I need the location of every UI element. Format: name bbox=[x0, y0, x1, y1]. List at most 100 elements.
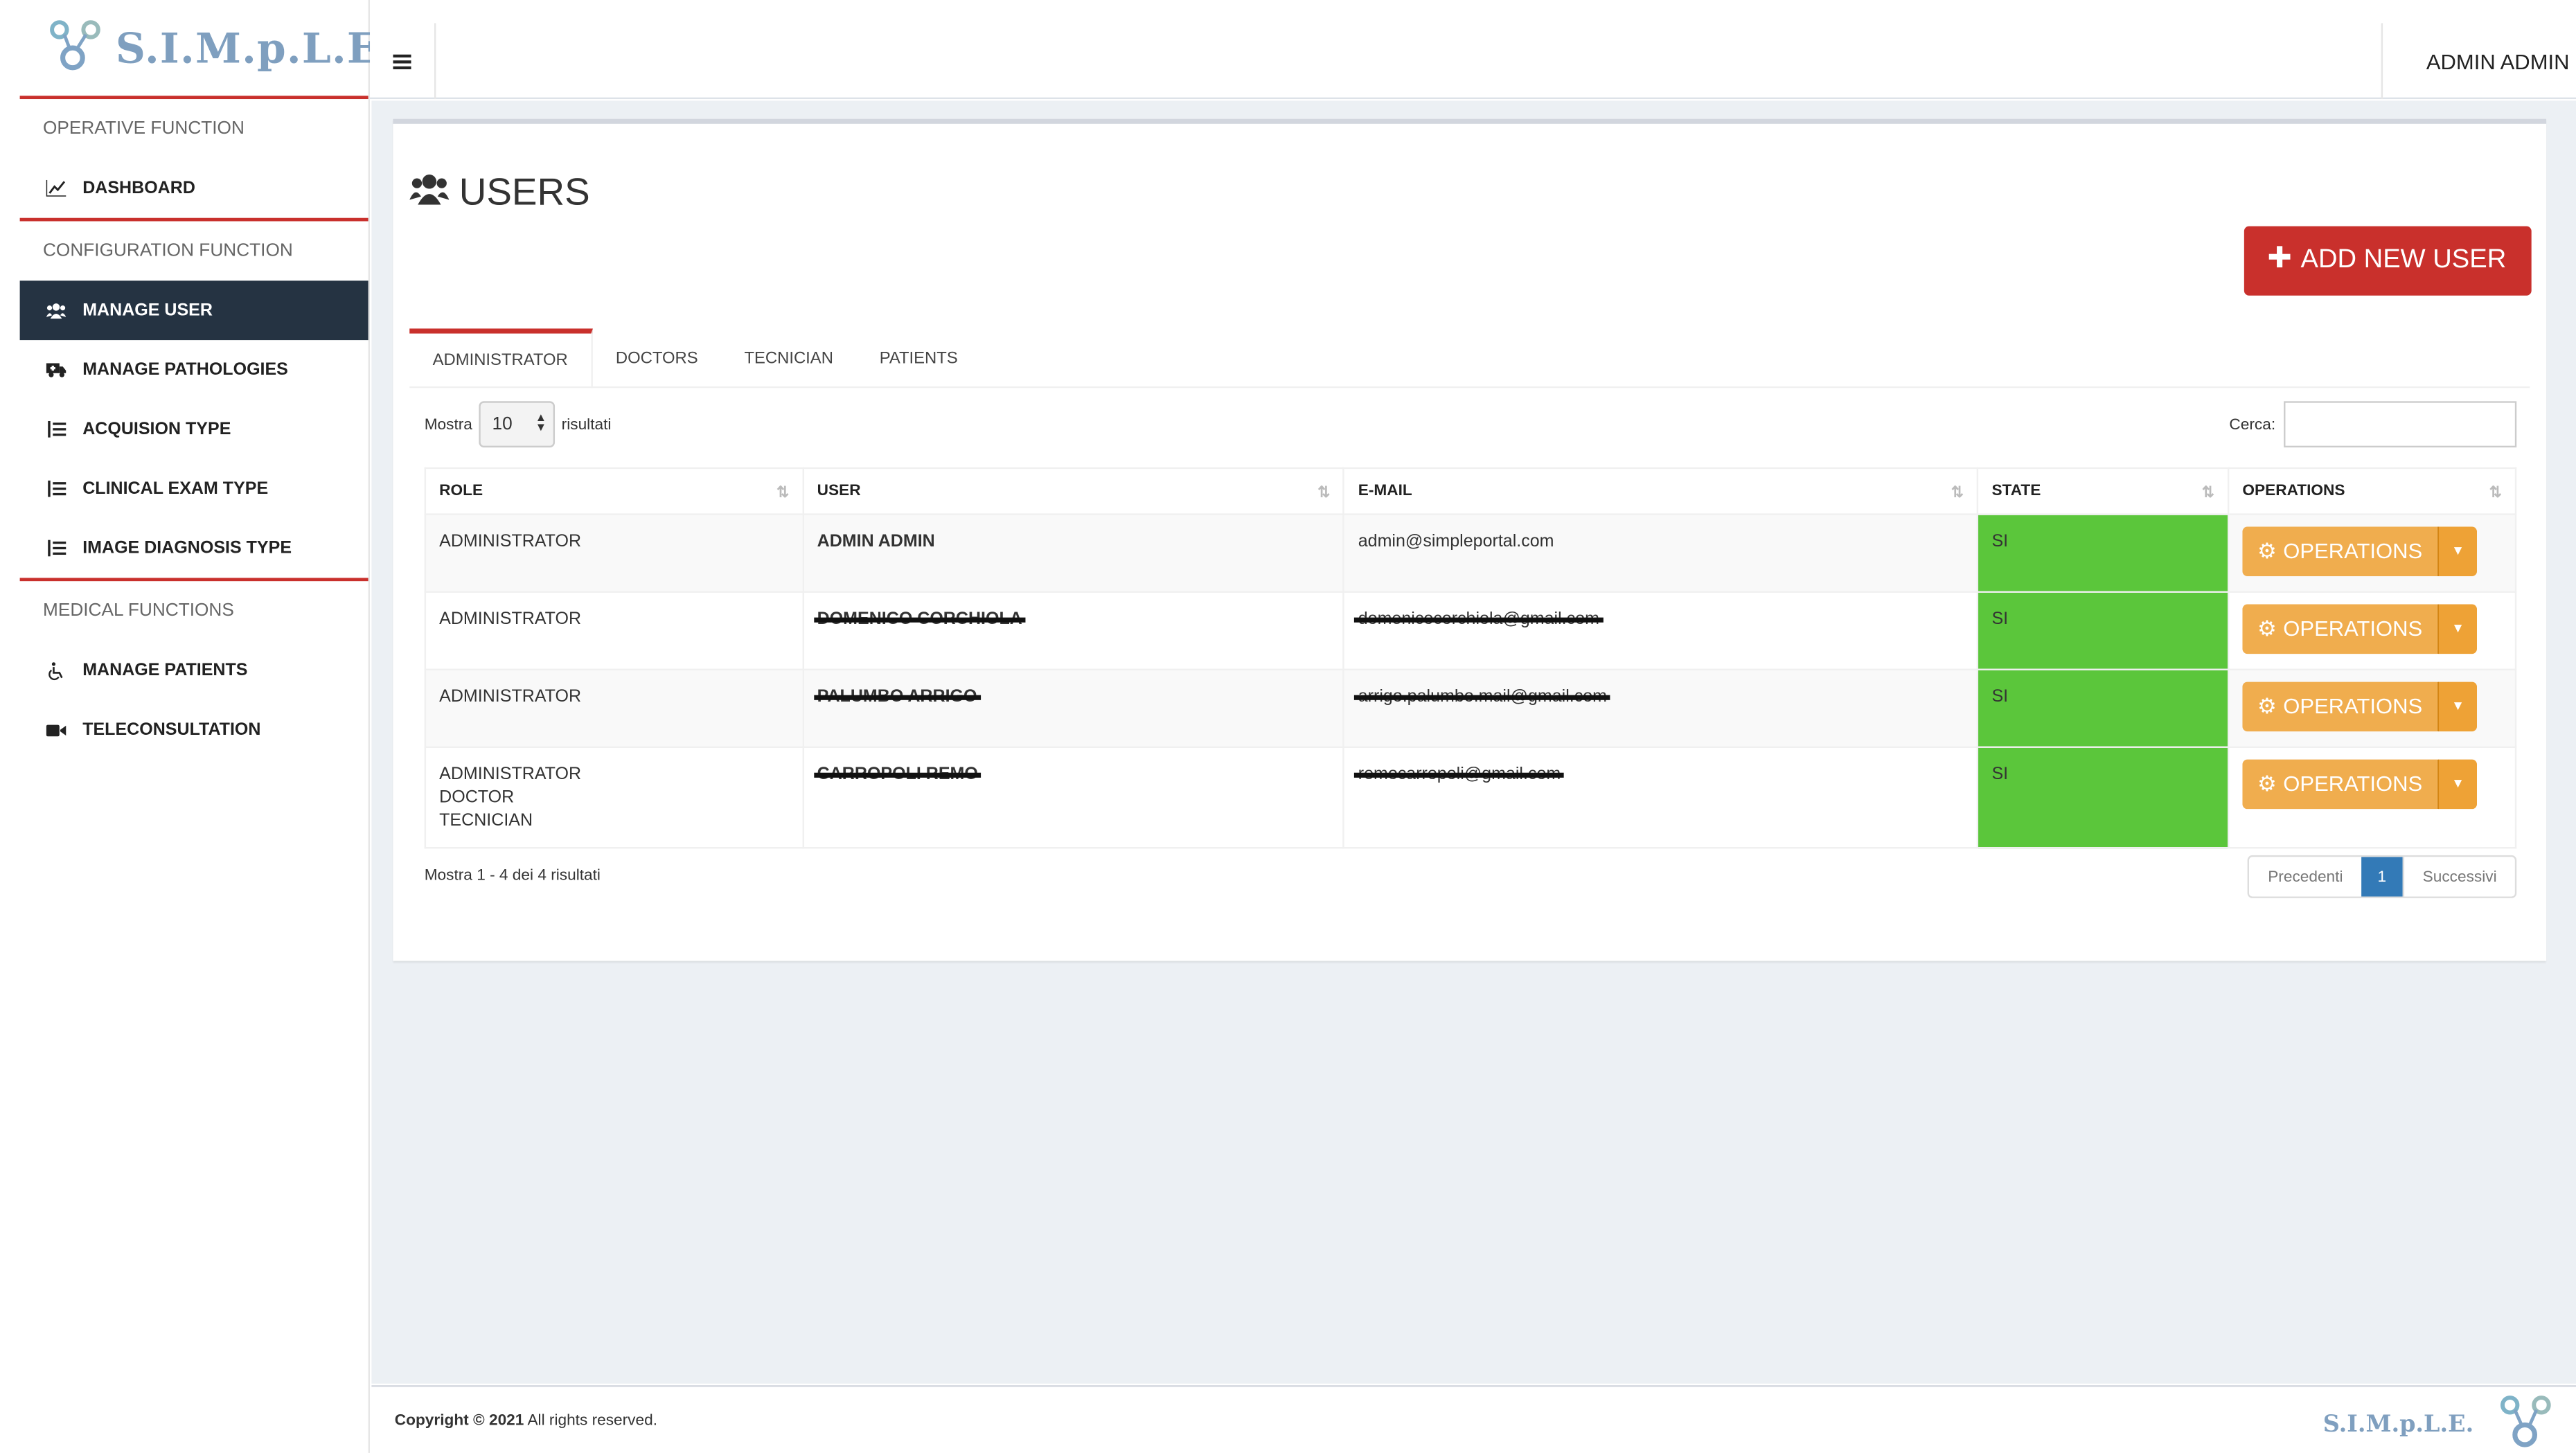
sidebar-item-label: ACQUISION TYPE bbox=[82, 419, 231, 440]
pagination-page-1[interactable]: 1 bbox=[2361, 857, 2404, 897]
users-panel: USERS ADD NEW USER ADMINISTRATOR DOCTORS… bbox=[393, 118, 2547, 961]
list-icon bbox=[46, 479, 66, 499]
brand-name: S.I.M.p.L.E. bbox=[115, 24, 395, 72]
pagination: Precedenti 1 Successivi bbox=[2248, 855, 2517, 898]
redacted-user: DOMENICO CORCHIOLA bbox=[813, 607, 1027, 630]
sidebar-item-image-diagnosis-type[interactable]: IMAGE DIAGNOSIS TYPE bbox=[20, 519, 368, 578]
sort-icon: ⇅ bbox=[2489, 483, 2502, 501]
search-label: Cerca: bbox=[2229, 415, 2276, 434]
length-prefix: Mostra bbox=[424, 415, 472, 434]
gear-icon: ⚙ bbox=[2257, 693, 2277, 719]
sidebar-item-label: MANAGE PATHOLOGIES bbox=[82, 359, 288, 380]
page-length-select[interactable]: 10 ▲ ▼ bbox=[479, 401, 556, 448]
column-header-operations[interactable]: OPERATIONS ⇅ bbox=[2227, 467, 2517, 515]
operations-button[interactable]: ⚙ OPERATIONS bbox=[2242, 681, 2437, 732]
cell-state: SI bbox=[1976, 668, 2230, 748]
list-icon bbox=[46, 420, 66, 440]
role-tabs: ADMINISTRATOR DOCTORS TECNICIAN PATIENTS bbox=[409, 328, 2530, 389]
operations-button[interactable]: ⚙ OPERATIONS bbox=[2242, 526, 2437, 577]
chevron-down-icon[interactable]: ▼ bbox=[2437, 526, 2477, 577]
length-suffix: risultati bbox=[561, 415, 612, 434]
tab-doctors[interactable]: DOCTORS bbox=[593, 328, 722, 388]
redacted-user: CARROPOLI REMO bbox=[813, 763, 982, 785]
operations-button[interactable]: ⚙ OPERATIONS bbox=[2242, 759, 2437, 810]
operations-dropdown: ⚙ OPERATIONS ▼ bbox=[2242, 759, 2477, 810]
wheelchair-icon bbox=[46, 661, 66, 681]
page-title-text: USERS bbox=[459, 170, 590, 213]
cell-user: PALUMBO ARRIGO bbox=[802, 668, 1345, 748]
sidebar-item-label: TELECONSULTATION bbox=[82, 720, 261, 740]
cell-role: ADMINISTRATOR bbox=[424, 513, 804, 593]
cell-email: domenicocorchiola@gmail.com bbox=[1343, 591, 1979, 670]
sort-icon: ⇅ bbox=[1951, 483, 1964, 501]
sidebar-item-manage-pathologies[interactable]: MANAGE PATHOLOGIES bbox=[20, 340, 368, 400]
sidebar-item-teleconsultation[interactable]: TELECONSULTATION bbox=[20, 700, 368, 760]
sidebar-item-label: CLINICAL EXAM TYPE bbox=[82, 479, 269, 499]
cell-email: admin@simpleportal.com bbox=[1343, 513, 1979, 593]
plus-icon bbox=[2269, 246, 2291, 276]
sidebar: S.I.M.p.L.E. OPERATIVE FUNCTION DASHBOAR… bbox=[19, 0, 393, 1453]
users-table: ROLE ⇅ USER ⇅ E-MAIL ⇅ STATE ⇅ OPERATIONS ⇅ A… bbox=[424, 467, 2517, 849]
tab-tecnician[interactable]: TECNICIAN bbox=[721, 328, 856, 388]
sidebar-item-manage-patients[interactable]: MANAGE PATIENTS bbox=[20, 641, 368, 700]
add-new-user-label: ADD NEW USER bbox=[2300, 246, 2507, 274]
cell-email: arrigo.palumbo.mail@gmail.com bbox=[1343, 668, 1979, 748]
cell-operations: ⚙ OPERATIONS ▼ bbox=[2227, 746, 2517, 849]
redacted-email: arrigo.palumbo.mail@gmail.com bbox=[1354, 685, 1610, 708]
redacted-user: PALUMBO ARRIGO bbox=[813, 685, 980, 708]
hamburger-menu-icon[interactable] bbox=[370, 23, 436, 100]
add-new-user-button[interactable]: ADD NEW USER bbox=[2244, 226, 2532, 296]
cell-user: CARROPOLI REMO bbox=[802, 746, 1345, 849]
operations-button[interactable]: ⚙ OPERATIONS bbox=[2242, 604, 2437, 654]
ambulance-icon bbox=[46, 360, 66, 380]
table-info: Mostra 1 - 4 dei 4 risultati bbox=[424, 866, 601, 885]
operations-dropdown: ⚙ OPERATIONS ▼ bbox=[2242, 681, 2477, 732]
table-row: ADMINISTRATOR DOMENICO CORCHIOLA domenic… bbox=[424, 591, 2517, 670]
chevron-down-icon[interactable]: ▼ bbox=[2437, 681, 2477, 732]
chevron-down-icon[interactable]: ▼ bbox=[2437, 604, 2477, 654]
cell-operations: ⚙ OPERATIONS ▼ bbox=[2227, 668, 2517, 748]
copyright: Copyright © 2021 All rights reserved. bbox=[394, 1411, 658, 1430]
column-header-user[interactable]: USER ⇅ bbox=[802, 467, 1345, 515]
operations-dropdown: ⚙ OPERATIONS ▼ bbox=[2242, 526, 2477, 577]
cell-state: SI bbox=[1976, 591, 2230, 670]
page-length-value: 10 bbox=[492, 414, 513, 434]
table-row: ADMINISTRATOR ADMIN ADMIN admin@simplepo… bbox=[424, 513, 2517, 593]
sort-icon: ⇅ bbox=[2201, 483, 2214, 501]
select-arrows-icon: ▲ ▼ bbox=[535, 413, 547, 434]
footer-logo: S.I.M.p.L.E. bbox=[2323, 1390, 2557, 1453]
sort-icon: ⇅ bbox=[1317, 483, 1331, 501]
gear-icon: ⚙ bbox=[2257, 538, 2277, 563]
users-icon bbox=[409, 170, 450, 215]
section-title-medical: MEDICAL FUNCTIONS bbox=[42, 600, 234, 621]
gear-icon: ⚙ bbox=[2257, 616, 2277, 641]
sidebar-item-dashboard[interactable]: DASHBOARD bbox=[20, 159, 368, 218]
video-camera-icon bbox=[46, 720, 66, 740]
footer: Copyright © 2021 All rights reserved. S.… bbox=[371, 1385, 2576, 1453]
sidebar-item-clinical-exam-type[interactable]: CLINICAL EXAM TYPE bbox=[20, 459, 368, 519]
tab-administrator[interactable]: ADMINISTRATOR bbox=[409, 328, 593, 389]
logo[interactable]: S.I.M.p.L.E. bbox=[19, 0, 393, 100]
column-header-role[interactable]: ROLE ⇅ bbox=[424, 467, 804, 515]
user-menu[interactable]: ADMIN ADMIN bbox=[2381, 23, 2576, 100]
redacted-email: domenicocorchiola@gmail.com bbox=[1354, 607, 1603, 630]
sidebar-item-acquision-type[interactable]: ACQUISION TYPE bbox=[20, 400, 368, 459]
sidebar-item-label: DASHBOARD bbox=[82, 178, 195, 199]
sidebar-item-label: MANAGE USER bbox=[82, 300, 213, 321]
search-input[interactable] bbox=[2284, 401, 2517, 448]
sidebar-item-label: MANAGE PATIENTS bbox=[82, 660, 248, 681]
gear-icon: ⚙ bbox=[2257, 771, 2277, 796]
top-bar: ADMIN ADMIN bbox=[370, 0, 2576, 100]
search-control: Cerca: bbox=[2229, 401, 2517, 448]
pagination-next-button[interactable]: Successivi bbox=[2403, 857, 2515, 897]
column-header-state[interactable]: STATE ⇅ bbox=[1976, 467, 2230, 515]
operations-dropdown: ⚙ OPERATIONS ▼ bbox=[2242, 604, 2477, 654]
pagination-prev-button[interactable]: Precedenti bbox=[2250, 857, 2361, 896]
cell-user: ADMIN ADMIN bbox=[802, 513, 1345, 593]
sidebar-item-manage-user[interactable]: MANAGE USER bbox=[19, 280, 368, 341]
column-header-email[interactable]: E-MAIL ⇅ bbox=[1343, 467, 1979, 515]
chevron-down-icon[interactable]: ▼ bbox=[2437, 759, 2477, 810]
cell-user: DOMENICO CORCHIOLA bbox=[802, 591, 1345, 670]
page-length-control: Mostra 10 ▲ ▼ risultati bbox=[424, 401, 612, 448]
tab-patients[interactable]: PATIENTS bbox=[856, 328, 981, 388]
